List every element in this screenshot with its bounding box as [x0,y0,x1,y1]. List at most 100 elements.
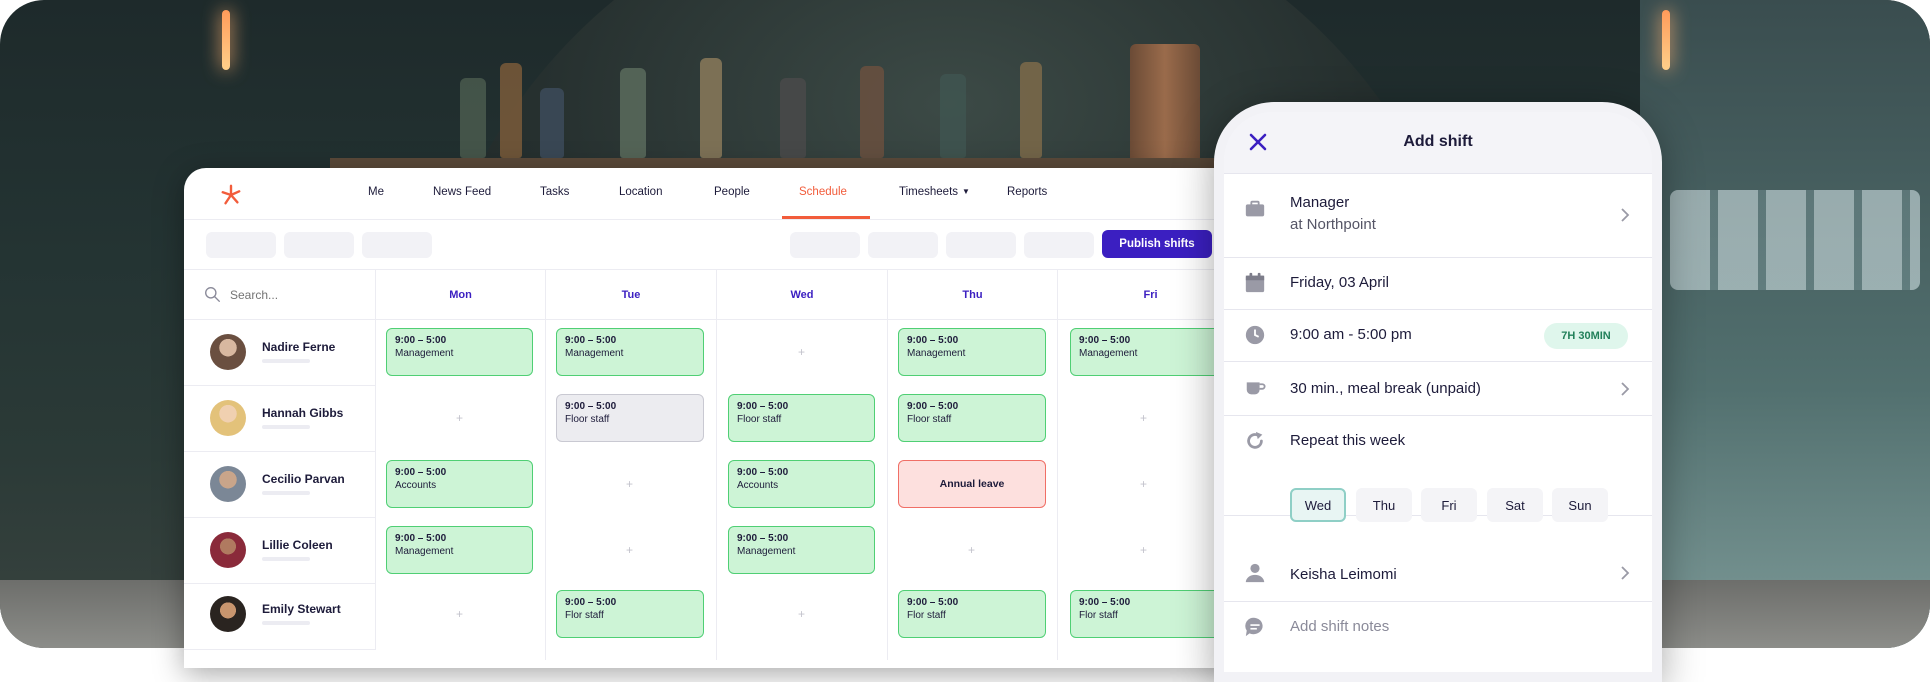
nav-item-timesheets-label: Timesheets [899,186,959,198]
background-bottle [940,74,966,158]
shift-role: Flor staff [1079,610,1118,621]
repeat-day-fri[interactable]: Fri [1421,488,1477,522]
employee-row-header[interactable]: Nadire Ferne [184,320,376,386]
nav-item-news-feed[interactable]: News Feed [433,186,491,198]
calendar-icon [1245,272,1265,293]
avatar [210,596,246,632]
toolbar-placeholder-button[interactable] [1024,232,1094,258]
avatar [210,466,246,502]
repeat-label: Repeat this week [1290,432,1406,449]
employee-detail-placeholder [262,359,310,363]
nav-item-tasks[interactable]: Tasks [540,186,569,198]
chevron-right-icon [1621,566,1630,580]
person-icon [1245,563,1265,583]
column-divider [717,320,888,660]
caret-down-icon: ▼ [962,187,970,197]
toolbar-placeholder-button[interactable] [284,232,354,258]
search-icon [205,287,220,302]
employee-label: Keisha Leimomi [1290,566,1397,583]
time-row[interactable]: 9:00 am - 5:00 pm 7H 30MIN [1224,310,1652,362]
avatar [210,334,246,370]
employee-row-header[interactable]: Lillie Coleen [184,518,376,584]
toolbar-placeholder-button[interactable] [790,232,860,258]
employee-name: Cecilio Parvan [262,472,345,486]
background-lamp [1662,10,1670,70]
nav-item-location[interactable]: Location [619,186,662,198]
add-shift-cell-button[interactable]: + [1140,477,1147,491]
nav-item-timesheets[interactable]: Timesheets ▼ [899,186,970,198]
meal-break-row[interactable]: 30 min., meal break (unpaid) [1224,362,1652,416]
background-cup [1130,44,1200,174]
background-lamp [222,10,230,70]
day-header-wed: Wed [717,270,888,320]
employee-detail-placeholder [262,557,310,561]
employee-name: Nadire Ferne [262,340,336,354]
day-header-thu: Thu [888,270,1058,320]
add-shift-cell-button[interactable]: + [1140,543,1147,557]
role-row[interactable]: Manager at Northpoint [1224,174,1652,258]
repeat-icon [1247,431,1263,449]
panel-header: Add shift [1224,112,1652,174]
background-wall [1640,0,1930,648]
logo-icon[interactable] [220,184,242,206]
column-divider [888,320,1058,660]
shift-time: 9:00 – 5:00 [1079,597,1131,608]
comment-icon [1245,617,1263,637]
search-cell [184,270,376,320]
search-input[interactable] [230,288,360,302]
employee-detail-placeholder [262,621,310,625]
clock-icon [1245,325,1265,345]
toolbar-placeholder-button[interactable] [946,232,1016,258]
avatar [210,400,246,436]
background-shelf [330,158,1230,168]
panel-title: Add shift [1403,133,1473,150]
notes-row[interactable]: Add shift notes [1224,602,1652,658]
background-bottle [780,78,806,158]
employee-row-header[interactable]: Hannah Gibbs [184,386,376,452]
background-bottle [500,63,522,158]
nav-item-people[interactable]: People [714,186,750,198]
repeat-day-thu[interactable]: Thu [1356,488,1412,522]
background-bottle [1020,62,1042,158]
employee-row[interactable]: Keisha Leimomi [1224,546,1652,602]
add-shift-panel: Add shift Manager at Northpoint Friday, … [1214,102,1662,682]
day-header-tue: Tue [546,270,717,320]
toolbar-placeholder-button[interactable] [868,232,938,258]
nav-item-me[interactable]: Me [368,186,384,198]
toolbar-placeholder-button[interactable] [206,232,276,258]
role-label: Manager [1290,194,1350,211]
background-bottle [860,66,884,158]
toolbar [184,220,1244,270]
employee-name: Emily Stewart [262,602,341,616]
background-bottle [700,58,722,158]
column-divider [376,320,546,660]
employee-name: Hannah Gibbs [262,406,344,420]
date-label: Friday, 03 April [1290,274,1389,291]
repeat-day-sat[interactable]: Sat [1487,488,1543,522]
repeat-day-wed[interactable]: Wed [1290,488,1346,522]
add-shift-cell-button[interactable]: + [1140,411,1147,425]
background-bottle [540,88,564,158]
duration-badge: 7H 30MIN [1544,323,1628,349]
repeat-day-sun[interactable]: Sun [1552,488,1608,522]
chevron-right-icon [1621,208,1630,222]
active-tab-indicator [782,216,870,219]
employee-row-header[interactable]: Emily Stewart [184,584,376,650]
nav-item-schedule[interactable]: Schedule [799,186,847,198]
notes-input[interactable]: Add shift notes [1290,618,1389,635]
employee-detail-placeholder [262,425,310,429]
day-header-mon: Mon [376,270,546,320]
publish-shifts-button[interactable]: Publish shifts [1102,230,1212,258]
briefcase-icon [1245,200,1265,217]
nav-item-reports[interactable]: Reports [1007,186,1047,198]
date-row[interactable]: Friday, 03 April [1224,258,1652,310]
background-bottle [460,78,486,158]
shift-role: Management [1079,348,1138,359]
toolbar-placeholder-button[interactable] [362,232,432,258]
location-label: at Northpoint [1290,216,1376,233]
schedule-window: Me News Feed Tasks Location People Sched… [184,168,1244,668]
top-nav: Me News Feed Tasks Location People Sched… [184,168,1244,220]
employee-row-header[interactable]: Cecilio Parvan [184,452,376,518]
background-bottle [620,68,646,158]
time-range-label: 9:00 am - 5:00 pm [1290,326,1412,343]
